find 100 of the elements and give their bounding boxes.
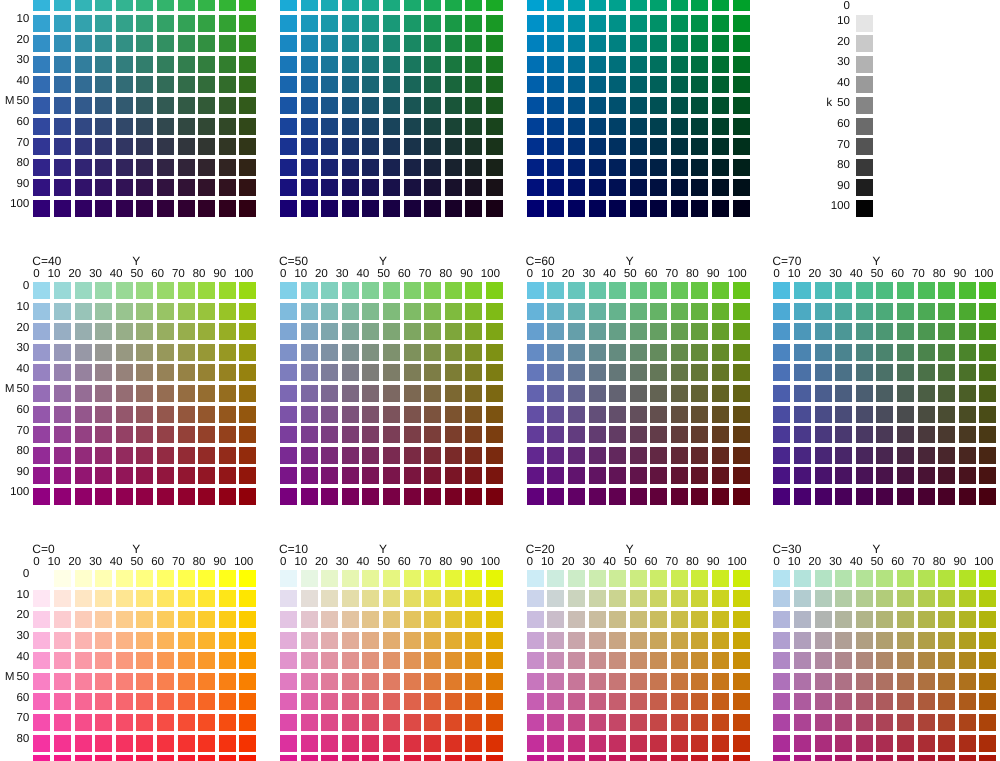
column-label: 80 xyxy=(932,556,946,570)
column-label: 40 xyxy=(110,556,123,570)
row-label: 70 xyxy=(16,424,30,438)
row-label: 60 xyxy=(16,404,30,417)
row-label: 0 xyxy=(22,568,30,582)
grid-title: C=20 xyxy=(526,543,555,556)
grid-title: C=10 xyxy=(278,543,308,556)
grid-title: C=40 xyxy=(32,255,62,268)
column-label: 0 xyxy=(33,556,40,570)
column-label: 60 xyxy=(398,268,411,282)
column-label: 30 xyxy=(582,268,596,282)
column-label: 10 xyxy=(294,268,308,282)
axis-label: Y xyxy=(378,543,387,556)
column-label: 50 xyxy=(130,556,144,570)
grid-title: C=0 xyxy=(32,543,55,556)
column-label: 0 xyxy=(33,268,40,282)
row-label: 80 xyxy=(16,733,30,746)
column-label: 90 xyxy=(953,556,966,570)
column-label: 70 xyxy=(172,556,185,570)
column-label: 70 xyxy=(665,268,678,282)
row-label: 0 xyxy=(22,280,30,294)
column-label: 30 xyxy=(582,556,596,570)
column-label: 90 xyxy=(706,556,720,570)
row-label: 50 xyxy=(16,671,30,684)
column-label: 20 xyxy=(808,268,822,282)
column-label: 30 xyxy=(89,556,102,570)
column-label: 20 xyxy=(68,268,82,282)
row-label: 40 xyxy=(16,74,30,88)
column-label: 70 xyxy=(172,268,185,282)
column-label: 40 xyxy=(356,556,370,570)
column-label: 100 xyxy=(234,268,254,282)
row-label: 30 xyxy=(16,342,30,356)
column-label: 60 xyxy=(644,268,658,282)
axis-label: Y xyxy=(132,255,140,268)
column-label: 80 xyxy=(932,268,946,282)
column-label: 0 xyxy=(280,556,286,570)
row-label: 20 xyxy=(16,609,30,622)
column-label: 80 xyxy=(192,556,206,570)
axis-label: M xyxy=(4,95,14,108)
row-label: 60 xyxy=(837,118,850,131)
row-label: 40 xyxy=(837,76,850,90)
column-label: 10 xyxy=(541,556,554,570)
column-label: 70 xyxy=(418,268,432,282)
column-label: 20 xyxy=(315,268,328,282)
column-label: 40 xyxy=(603,268,616,282)
axis-label: Y xyxy=(872,255,880,268)
column-label: 80 xyxy=(439,268,452,282)
column-label: 90 xyxy=(213,556,226,570)
column-label: 100 xyxy=(480,556,500,570)
column-label: 10 xyxy=(294,556,308,570)
row-label: 50 xyxy=(837,97,850,110)
column-label: 50 xyxy=(870,268,884,282)
row-label: 10 xyxy=(16,13,30,26)
axis-label: Y xyxy=(872,543,880,556)
row-label: 50 xyxy=(16,383,30,396)
row-label: 80 xyxy=(837,159,850,172)
column-label: 20 xyxy=(808,556,822,570)
row-label: 100 xyxy=(830,200,850,214)
column-label: 10 xyxy=(48,556,60,570)
column-label: 20 xyxy=(562,268,575,282)
grid-title: C=50 xyxy=(278,255,308,268)
row-label: 60 xyxy=(16,692,30,705)
column-label: 30 xyxy=(336,556,349,570)
grid-title: C=60 xyxy=(526,255,555,268)
column-label: 0 xyxy=(280,268,286,282)
column-label: 0 xyxy=(773,556,780,570)
column-label: 70 xyxy=(665,556,678,570)
column-label: 100 xyxy=(727,268,747,282)
column-label: 0 xyxy=(526,556,534,570)
column-label: 80 xyxy=(439,556,452,570)
column-label: 90 xyxy=(213,268,226,282)
column-label: 90 xyxy=(706,268,720,282)
column-label: 40 xyxy=(110,268,123,282)
column-label: 100 xyxy=(234,556,254,570)
row-label: 40 xyxy=(16,362,30,376)
column-label: 100 xyxy=(974,268,994,282)
column-label: 70 xyxy=(912,268,925,282)
row-label: 70 xyxy=(16,712,30,726)
axis-label: Y xyxy=(132,543,140,556)
row-label: 20 xyxy=(16,322,30,335)
row-label: 70 xyxy=(837,138,850,152)
column-label: 30 xyxy=(829,556,842,570)
column-label: 20 xyxy=(562,556,575,570)
column-label: 70 xyxy=(912,556,925,570)
row-label: 10 xyxy=(16,300,30,314)
row-label: 50 xyxy=(16,95,30,108)
column-label: 60 xyxy=(891,556,904,570)
row-label: 30 xyxy=(837,56,850,70)
column-label: 20 xyxy=(315,556,328,570)
row-label: 60 xyxy=(16,116,30,129)
axis-label: Y xyxy=(378,255,387,268)
column-label: 60 xyxy=(151,268,164,282)
row-label: 90 xyxy=(16,466,30,479)
column-label: 40 xyxy=(850,268,863,282)
row-label: 0 xyxy=(844,0,850,14)
column-label: 20 xyxy=(68,556,82,570)
column-label: 90 xyxy=(460,268,473,282)
row-label: 100 xyxy=(10,486,30,500)
row-label: 90 xyxy=(837,180,850,193)
column-label: 60 xyxy=(151,556,164,570)
